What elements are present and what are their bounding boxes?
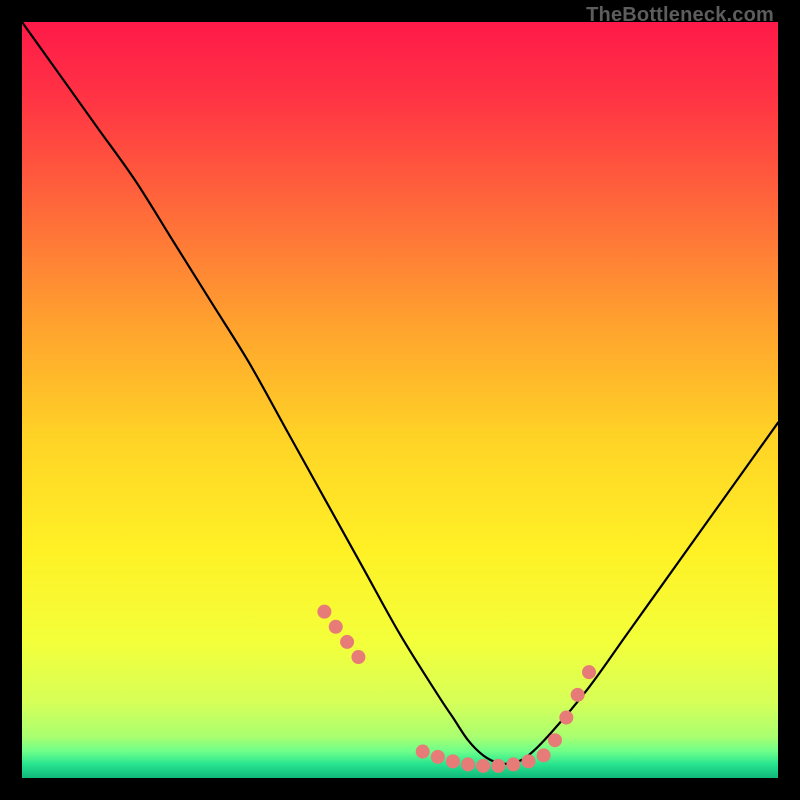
highlight-dot [571, 688, 585, 702]
highlight-dot [522, 754, 536, 768]
highlight-dot [582, 665, 596, 679]
chart-frame [22, 22, 778, 778]
highlight-dot [461, 757, 475, 771]
highlight-dot [340, 635, 354, 649]
highlight-dot [446, 754, 460, 768]
highlight-dot [431, 750, 445, 764]
chart-svg [22, 22, 778, 778]
highlight-dot [416, 745, 430, 759]
highlight-dot [329, 620, 343, 634]
highlight-dot [351, 650, 365, 664]
highlight-dot [548, 733, 562, 747]
highlight-dot [491, 759, 505, 773]
highlight-dot [559, 711, 573, 725]
highlight-dot [476, 759, 490, 773]
highlight-dot [537, 748, 551, 762]
gradient-plane [22, 22, 778, 778]
highlight-dot [317, 605, 331, 619]
highlight-dot [506, 757, 520, 771]
watermark-text: TheBottleneck.com [586, 4, 774, 27]
